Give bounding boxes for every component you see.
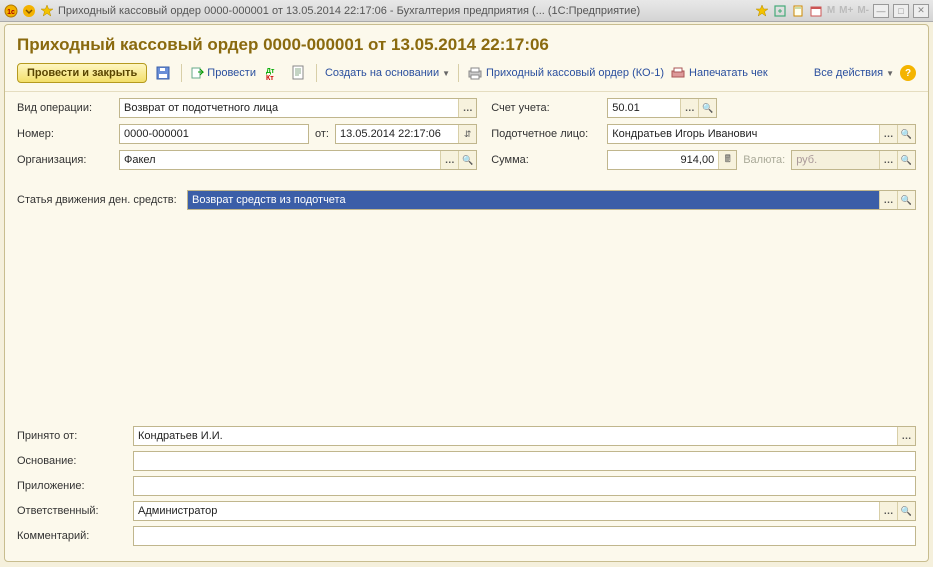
post-button[interactable]: Провести	[190, 66, 256, 80]
select-button	[879, 151, 897, 169]
post-and-close-button[interactable]: Провести и закрыть	[17, 63, 147, 83]
select-button[interactable]	[897, 427, 915, 445]
form-window: Приходный кассовый ордер 0000-000001 от …	[4, 24, 929, 562]
document-icon[interactable]	[288, 63, 308, 83]
help-icon[interactable]: ?	[900, 65, 916, 81]
basis-label: Основание:	[17, 455, 127, 467]
responsible-field[interactable]: Администратор	[133, 501, 916, 521]
toolbar: Провести и закрыть Провести ДтКт Создать…	[5, 61, 928, 92]
sum-field[interactable]: 914,00	[607, 150, 737, 170]
open-button	[897, 151, 915, 169]
minimize-button[interactable]: —	[873, 4, 889, 18]
attachment-label: Приложение:	[17, 480, 127, 492]
fav-add-icon[interactable]	[755, 4, 769, 18]
select-button[interactable]	[879, 191, 897, 209]
person-field[interactable]: Кондратьев Игорь Иванович	[607, 124, 916, 144]
number-field[interactable]: 0000-000001	[119, 124, 309, 144]
favorite-star-icon[interactable]	[40, 4, 54, 18]
m-minus-icon[interactable]: M-	[857, 5, 869, 16]
open-button[interactable]	[458, 151, 476, 169]
m-mem-icon[interactable]: M	[827, 5, 835, 16]
person-label: Подотчетное лицо:	[491, 128, 601, 140]
basis-field[interactable]	[133, 451, 916, 471]
date-field[interactable]: 13.05.2014 22:17:06	[335, 124, 477, 144]
calendar-icon[interactable]	[809, 4, 823, 18]
m-plus-icon[interactable]: M+	[839, 5, 853, 16]
org-field[interactable]: Факел	[119, 150, 477, 170]
received-from-field[interactable]: Кондратьев И.И.	[133, 426, 916, 446]
received-from-label: Принято от:	[17, 430, 127, 442]
create-based-on-button[interactable]: Создать на основании ▼	[325, 67, 450, 79]
save-icon[interactable]	[153, 63, 173, 83]
titlebar-right-icons: M M+ M- — □ ✕	[755, 4, 929, 18]
org-label: Организация:	[17, 154, 113, 166]
select-button[interactable]	[458, 99, 476, 117]
post-label: Провести	[207, 67, 256, 79]
svg-text:1c: 1c	[7, 9, 15, 16]
cash-flow-field[interactable]: Возврат средств из подотчета	[187, 190, 916, 210]
responsible-label: Ответственный:	[17, 505, 127, 517]
calc-icon[interactable]	[791, 4, 805, 18]
links-icon[interactable]	[773, 4, 787, 18]
from-label: от:	[315, 128, 329, 140]
chevron-down-icon: ▼	[442, 69, 450, 78]
open-button[interactable]	[897, 191, 915, 209]
open-button[interactable]	[698, 99, 716, 117]
open-button[interactable]	[897, 502, 915, 520]
titlebar: 1c Приходный кассовый ордер 0000-000001 …	[0, 0, 933, 22]
currency-field: руб.	[791, 150, 916, 170]
debit-credit-icon[interactable]: ДтКт	[262, 63, 282, 83]
close-window-button[interactable]: ✕	[913, 4, 929, 18]
comment-field[interactable]	[133, 526, 916, 546]
print-ko1-button[interactable]: Приходный кассовый ордер (КО-1)	[467, 66, 664, 80]
op-type-label: Вид операции:	[17, 102, 113, 114]
open-button[interactable]	[897, 125, 915, 143]
nav-down-icon[interactable]	[22, 4, 36, 18]
select-button[interactable]	[440, 151, 458, 169]
calc-button[interactable]	[718, 151, 736, 169]
select-button[interactable]	[680, 99, 698, 117]
account-label: Счет учета:	[491, 102, 601, 114]
comment-label: Комментарий:	[17, 530, 127, 542]
currency-label: Валюта:	[743, 154, 785, 166]
account-field[interactable]: 50.01	[607, 98, 717, 118]
select-button[interactable]	[879, 125, 897, 143]
svg-text:Дт: Дт	[266, 68, 275, 75]
number-label: Номер:	[17, 128, 113, 140]
all-actions-button[interactable]: Все действия ▼	[814, 67, 894, 79]
attachment-field[interactable]	[133, 476, 916, 496]
window-title: Приходный кассовый ордер 0000-000001 от …	[58, 5, 640, 17]
date-spin-button[interactable]	[458, 125, 476, 143]
page-title: Приходный кассовый ордер 0000-000001 от …	[5, 25, 928, 61]
svg-text:Кт: Кт	[266, 75, 274, 81]
app-1c-icon: 1c	[4, 4, 18, 18]
print-check-button[interactable]: Напечатать чек	[670, 66, 768, 80]
flow-label: Статья движения ден. средств:	[17, 194, 181, 206]
chevron-down-icon: ▼	[886, 69, 894, 78]
select-button[interactable]	[879, 502, 897, 520]
op-type-field[interactable]: Возврат от подотчетного лица	[119, 98, 477, 118]
sum-label: Сумма:	[491, 154, 601, 166]
maximize-button[interactable]: □	[893, 4, 909, 18]
